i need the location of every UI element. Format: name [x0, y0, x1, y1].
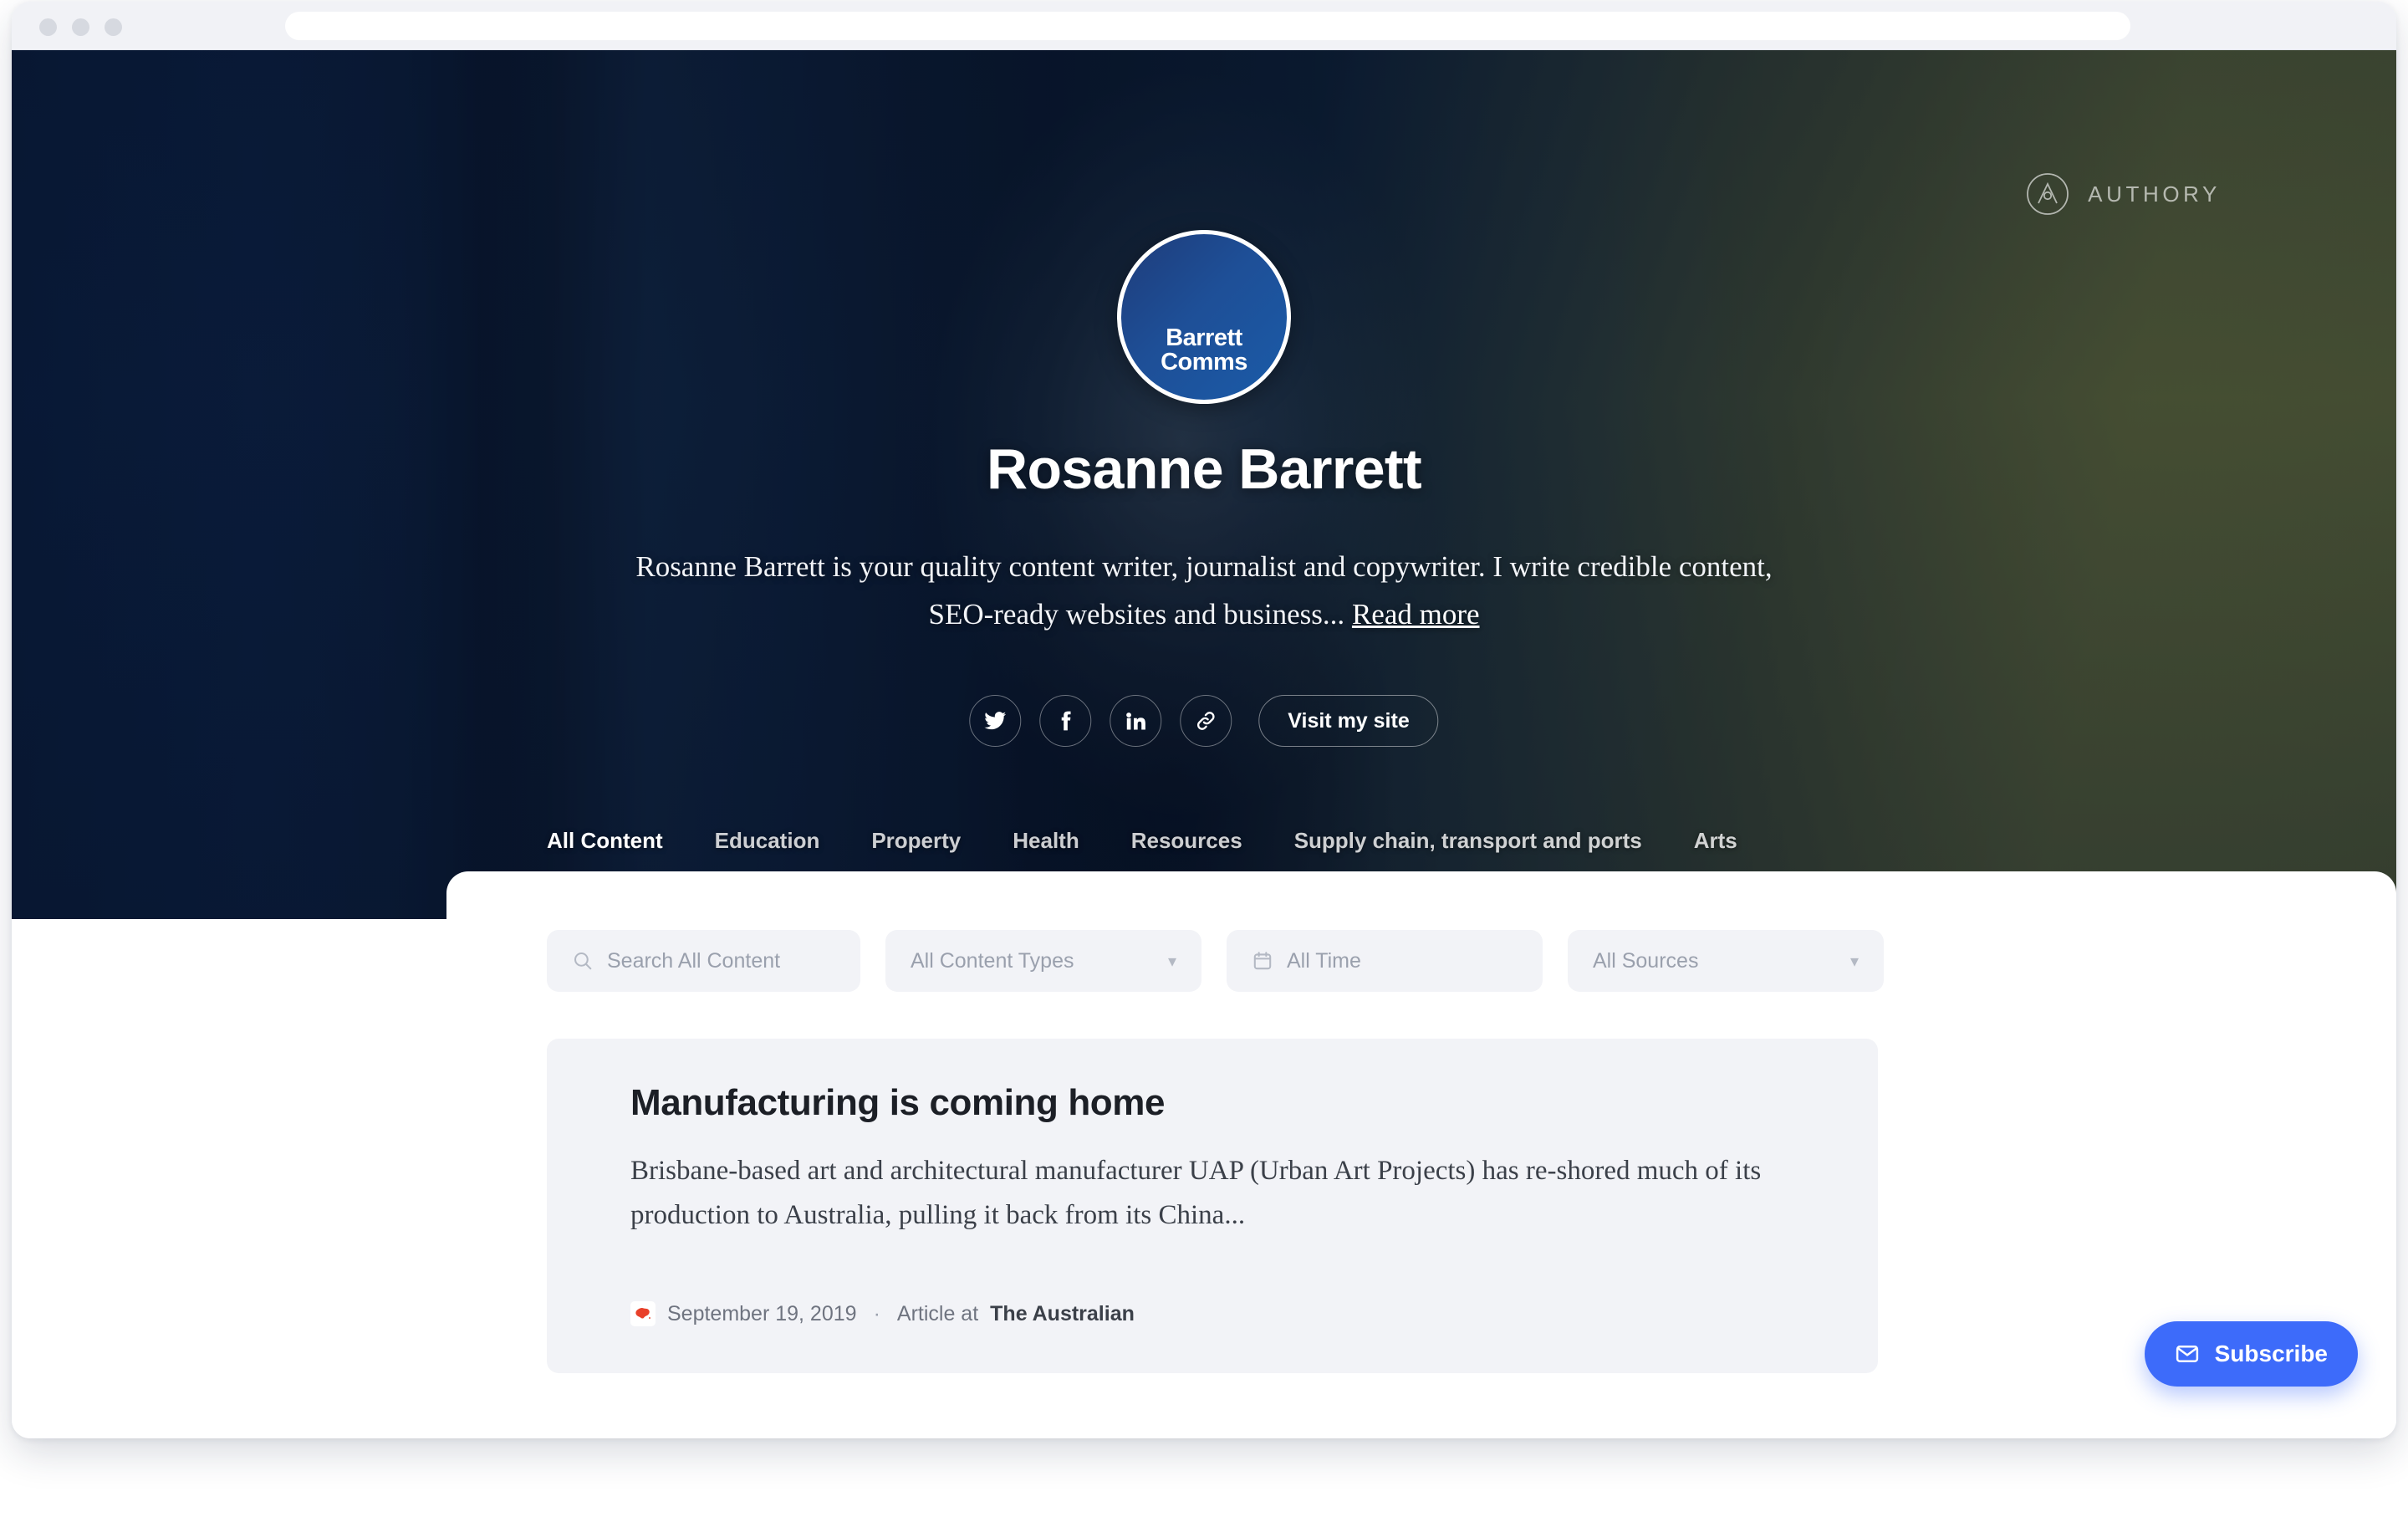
- tab-arts[interactable]: Arts: [1694, 828, 1737, 876]
- website-link[interactable]: [1180, 695, 1232, 747]
- article-card[interactable]: Manufacturing is coming home Brisbane-ba…: [547, 1039, 1878, 1373]
- tab-resources[interactable]: Resources: [1131, 828, 1242, 876]
- window-close-button[interactable]: [39, 18, 57, 36]
- facebook-link[interactable]: [1039, 695, 1092, 747]
- source-favicon: [630, 1301, 656, 1326]
- twitter-link[interactable]: [969, 695, 1022, 747]
- search-input[interactable]: Search All Content: [547, 930, 860, 992]
- authory-wordmark: AUTHORY: [2088, 181, 2221, 207]
- sources-value: All Sources: [1593, 948, 1699, 973]
- subscribe-button[interactable]: Subscribe: [2144, 1321, 2358, 1387]
- profile-name: Rosanne Barrett: [986, 437, 1422, 501]
- article-source: The Australian: [990, 1301, 1135, 1325]
- tab-supply-chain-transport-and-ports[interactable]: Supply chain, transport and ports: [1294, 828, 1642, 876]
- facebook-icon: [1061, 711, 1071, 731]
- window-minimize-button[interactable]: [72, 18, 89, 36]
- read-more-link[interactable]: Read more: [1352, 598, 1480, 631]
- time-range-value: All Time: [1287, 948, 1361, 973]
- article-meta: September 19, 2019 · Article at The Aust…: [630, 1301, 1135, 1326]
- tab-health[interactable]: Health: [1013, 828, 1079, 876]
- time-range-dropdown[interactable]: All Time: [1227, 930, 1543, 992]
- profile-bio-text: Rosanne Barrett is your quality content …: [635, 550, 1773, 631]
- tab-all-content[interactable]: All Content: [547, 828, 663, 876]
- sources-dropdown[interactable]: All Sources ▾: [1568, 930, 1884, 992]
- social-links-row: Visit my site: [969, 695, 1439, 747]
- link-icon: [1196, 712, 1215, 730]
- profile-bio: Rosanne Barrett is your quality content …: [619, 544, 1789, 638]
- search-input-placeholder: Search All Content: [607, 948, 781, 973]
- australia-map-icon: [635, 1307, 650, 1319]
- tab-education[interactable]: Education: [715, 828, 820, 876]
- article-type-prefix: Article at: [896, 1301, 979, 1325]
- tab-property[interactable]: Property: [871, 828, 961, 876]
- profile-avatar[interactable]: Barrett Comms: [1117, 230, 1291, 404]
- linkedin-link[interactable]: [1110, 695, 1162, 747]
- article-date: September 19, 2019: [667, 1301, 857, 1325]
- profile-hero: AUTHORY Barrett Comms Rosanne Barrett Ro…: [12, 50, 2396, 919]
- content-type-value: All Content Types: [911, 948, 1074, 973]
- content-type-dropdown[interactable]: All Content Types ▾: [885, 930, 1201, 992]
- tab-list: All Content Education Property Health Re…: [547, 828, 1737, 876]
- subscribe-label: Subscribe: [2214, 1341, 2328, 1366]
- chevron-down-icon: ▾: [1167, 952, 1176, 971]
- envelope-icon: [2176, 1346, 2198, 1362]
- address-bar[interactable]: [285, 12, 2130, 40]
- authory-logo[interactable]: AUTHORY: [2026, 172, 2221, 216]
- linkedin-icon: [1126, 712, 1145, 730]
- authory-a-circle-icon: [2027, 173, 2069, 215]
- content-panel: Search All Content All Content Types ▾ A…: [446, 871, 2396, 1438]
- filter-bar: Search All Content All Content Types ▾ A…: [547, 930, 1884, 992]
- browser-window: AUTHORY Barrett Comms Rosanne Barrett Ro…: [12, 2, 2396, 1438]
- avatar-logo-text: Barrett Comms: [1161, 324, 1247, 375]
- visit-my-site-button[interactable]: Visit my site: [1258, 695, 1439, 747]
- twitter-icon: [984, 712, 1007, 730]
- meta-separator: ·: [873, 1301, 880, 1325]
- chevron-down-icon: ▾: [1849, 952, 1859, 971]
- window-maximize-button[interactable]: [105, 18, 122, 36]
- article-title: Manufacturing is coming home: [630, 1082, 1166, 1123]
- search-icon: [574, 952, 592, 970]
- article-excerpt: Brisbane-based art and architectural man…: [630, 1156, 1762, 1230]
- browser-chrome: [12, 2, 2396, 50]
- calendar-icon: [1253, 952, 1272, 970]
